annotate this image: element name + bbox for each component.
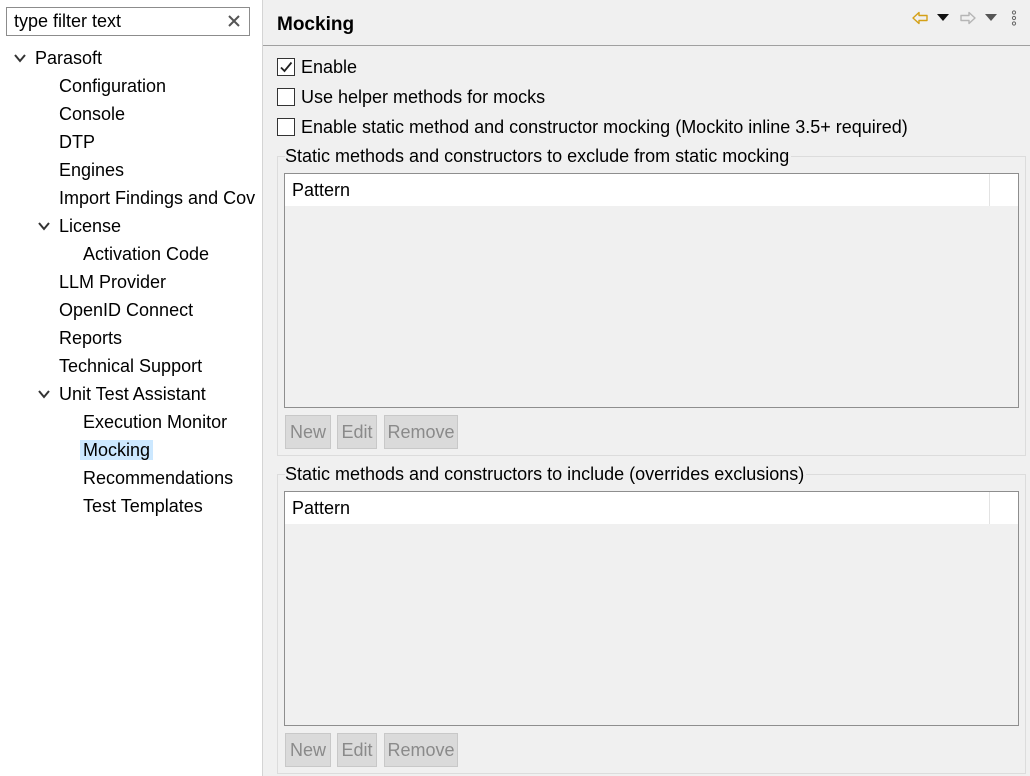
- exclude-pattern-table[interactable]: Pattern: [284, 173, 1019, 408]
- tree-item-label: Recommendations: [83, 468, 234, 488]
- helper-methods-label: Use helper methods for mocks: [301, 86, 546, 107]
- forward-history-dropdown-icon[interactable]: [984, 8, 998, 28]
- checkbox-box[interactable]: [277, 58, 295, 76]
- tree-item-label: Mocking: [80, 440, 154, 460]
- table-header: Pattern: [285, 492, 1018, 524]
- title-separator: [263, 45, 1030, 46]
- tree-item-engines[interactable]: Engines: [59, 157, 124, 183]
- tree-item-label: Parasoft: [35, 48, 103, 68]
- vertical-ellipsis-icon[interactable]: [1009, 8, 1019, 28]
- tree-item-label: LLM Provider: [59, 272, 167, 292]
- tree-item-import-findings[interactable]: Import Findings and Cov: [59, 185, 255, 211]
- include-remove-button[interactable]: Remove: [384, 733, 458, 767]
- tree-item-label: Execution Monitor: [83, 412, 228, 432]
- tree-item-parasoft[interactable]: Parasoft: [14, 45, 103, 71]
- tree-item-activation-code[interactable]: Activation Code: [83, 241, 209, 267]
- tree-item-label: Reports: [59, 328, 123, 348]
- tree-item-unit-test-assistant[interactable]: Unit Test Assistant: [38, 381, 206, 407]
- arrow-right-icon[interactable]: [959, 8, 977, 28]
- page-title: Mocking: [277, 14, 355, 35]
- tree-item-openid-connect[interactable]: OpenID Connect: [59, 297, 193, 323]
- tree-item-label: Engines: [59, 160, 125, 180]
- include-group-label: Static methods and constructors to inclu…: [285, 464, 807, 485]
- pattern-column-header[interactable]: Pattern: [285, 174, 990, 206]
- tree-item-console[interactable]: Console: [59, 101, 125, 127]
- tree-item-license[interactable]: License: [38, 213, 122, 239]
- enable-label: Enable: [301, 56, 358, 77]
- pattern-column-header[interactable]: Pattern: [285, 492, 990, 524]
- tree-item-label: Import Findings and Cov: [59, 188, 256, 208]
- filter-box: [6, 7, 250, 36]
- tree-item-llm-provider[interactable]: LLM Provider: [59, 269, 166, 295]
- tree-item-label: Console: [59, 104, 126, 124]
- checkbox-box[interactable]: [277, 118, 295, 136]
- exclude-edit-button[interactable]: Edit: [337, 415, 377, 449]
- checkbox-box[interactable]: [277, 88, 295, 106]
- tree-item-mocking[interactable]: Mocking: [80, 437, 154, 463]
- checkmark-icon: [280, 61, 293, 73]
- preference-page: Mocking Enable Use helper methods for mo…: [263, 0, 1030, 776]
- static-mocking-label: Enable static method and constructor moc…: [301, 116, 908, 137]
- tree-item-label: License: [59, 216, 122, 236]
- helper-methods-checkbox[interactable]: Use helper methods for mocks: [277, 86, 545, 108]
- tree-item-label: Activation Code: [83, 244, 210, 264]
- chevron-down-icon[interactable]: [37, 387, 51, 401]
- exclude-new-button[interactable]: New: [285, 415, 331, 449]
- include-new-button[interactable]: New: [285, 733, 331, 767]
- arrow-left-icon[interactable]: [911, 8, 929, 28]
- enable-checkbox[interactable]: Enable: [277, 56, 357, 78]
- tree-item-execution-monitor[interactable]: Execution Monitor: [83, 409, 227, 435]
- tree-item-technical-support[interactable]: Technical Support: [59, 353, 202, 379]
- tree-item-label: Test Templates: [83, 496, 203, 516]
- tree-item-label: Technical Support: [59, 356, 203, 376]
- tree-item-reports[interactable]: Reports: [59, 325, 122, 351]
- exclude-remove-button[interactable]: Remove: [384, 415, 458, 449]
- chevron-down-icon[interactable]: [13, 51, 27, 65]
- tree-item-dtp[interactable]: DTP: [59, 129, 95, 155]
- tree-item-label: OpenID Connect: [59, 300, 194, 320]
- table-header: Pattern: [285, 174, 1018, 206]
- tree-item-test-templates[interactable]: Test Templates: [83, 493, 203, 519]
- tree-item-label: Configuration: [59, 76, 167, 96]
- clear-filter-icon[interactable]: [224, 10, 244, 32]
- back-history-dropdown-icon[interactable]: [936, 8, 950, 28]
- static-mocking-checkbox[interactable]: Enable static method and constructor moc…: [277, 116, 908, 138]
- chevron-down-icon[interactable]: [37, 219, 51, 233]
- include-pattern-table[interactable]: Pattern: [284, 491, 1019, 726]
- tree-item-configuration[interactable]: Configuration: [59, 73, 166, 99]
- include-edit-button[interactable]: Edit: [337, 733, 377, 767]
- tree-item-label: DTP: [59, 132, 95, 152]
- filter-input[interactable]: [7, 8, 228, 35]
- tree-item-recommendations[interactable]: Recommendations: [83, 465, 233, 491]
- tree-item-label: Unit Test Assistant: [59, 384, 206, 404]
- preferences-tree-panel: Parasoft Configuration Console DTP Engin…: [0, 0, 263, 776]
- exclude-group-label: Static methods and constructors to exclu…: [285, 146, 792, 167]
